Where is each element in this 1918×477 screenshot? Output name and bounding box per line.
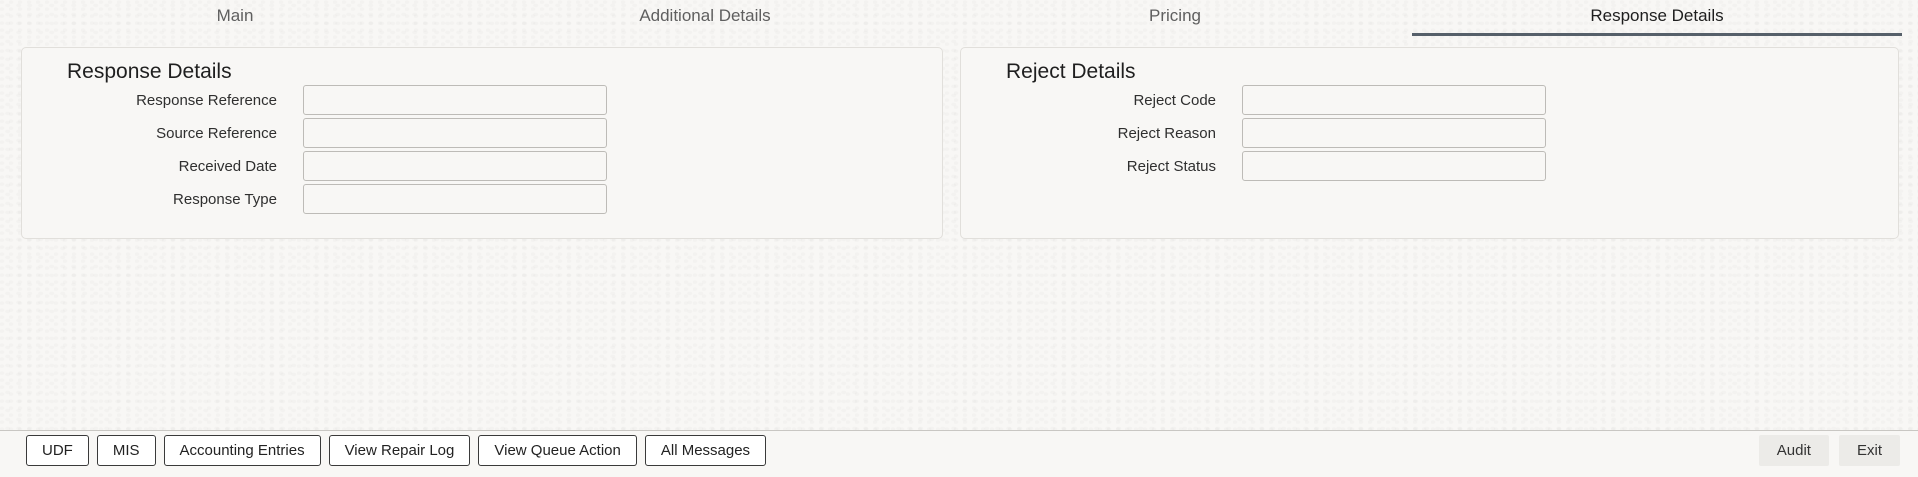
tab-response-details-label: Response Details: [1590, 6, 1724, 25]
source-reference-row: Source Reference: [22, 118, 607, 148]
tab-additional-details-label: Additional Details: [639, 6, 771, 25]
tab-main-label: Main: [216, 6, 254, 25]
reject-code-input[interactable]: [1242, 85, 1546, 115]
source-reference-input[interactable]: [303, 118, 607, 148]
view-queue-action-button[interactable]: View Queue Action: [478, 435, 637, 466]
reject-reason-input[interactable]: [1242, 118, 1546, 148]
audit-button[interactable]: Audit: [1758, 435, 1829, 466]
view-repair-log-button[interactable]: View Repair Log: [328, 435, 471, 466]
tab-main[interactable]: Main: [0, 0, 470, 36]
reject-code-label: Reject Code: [1133, 91, 1216, 109]
footer-toolbar: UDF MIS Accounting Entries View Repair L…: [0, 430, 1918, 477]
response-reference-label: Response Reference: [136, 91, 277, 109]
response-type-label: Response Type: [173, 190, 277, 208]
source-reference-label: Source Reference: [156, 124, 277, 142]
response-reference-row: Response Reference: [22, 85, 607, 115]
page: Main Additional Details Pricing Response…: [0, 0, 1918, 477]
reject-status-label: Reject Status: [1126, 157, 1216, 175]
tab-pricing-label: Pricing: [1149, 6, 1201, 25]
mis-button[interactable]: MIS: [96, 435, 156, 466]
footer-right-buttons: Audit Exit: [1758, 435, 1900, 466]
udf-button[interactable]: UDF: [26, 435, 89, 466]
reject-status-row: Reject Status: [961, 151, 1546, 181]
accounting-entries-button[interactable]: Accounting Entries: [163, 435, 321, 466]
response-type-row: Response Type: [22, 184, 607, 214]
response-type-input[interactable]: [303, 184, 607, 214]
response-details-title: Response Details: [67, 60, 232, 83]
reject-reason-label: Reject Reason: [1117, 124, 1216, 142]
tab-additional-details[interactable]: Additional Details: [470, 0, 940, 36]
reject-status-input[interactable]: [1242, 151, 1546, 181]
footer-left-buttons: UDF MIS Accounting Entries View Repair L…: [26, 435, 767, 466]
exit-button[interactable]: Exit: [1838, 435, 1900, 466]
reject-reason-row: Reject Reason: [961, 118, 1546, 148]
tab-pricing[interactable]: Pricing: [940, 0, 1410, 36]
reject-code-row: Reject Code: [961, 85, 1546, 115]
response-reference-input[interactable]: [303, 85, 607, 115]
received-date-input[interactable]: [303, 151, 607, 181]
reject-details-title: Reject Details: [1006, 60, 1136, 83]
received-date-row: Received Date: [22, 151, 607, 181]
tab-bar: Main Additional Details Pricing Response…: [0, 0, 1918, 36]
received-date-label: Received Date: [178, 157, 277, 175]
tab-response-details[interactable]: Response Details: [1412, 0, 1902, 36]
all-messages-button[interactable]: All Messages: [644, 435, 767, 466]
response-details-panel: Response Details Response Reference Sour…: [21, 47, 943, 239]
reject-details-panel: Reject Details Reject Code Reject Reason…: [960, 47, 1899, 239]
